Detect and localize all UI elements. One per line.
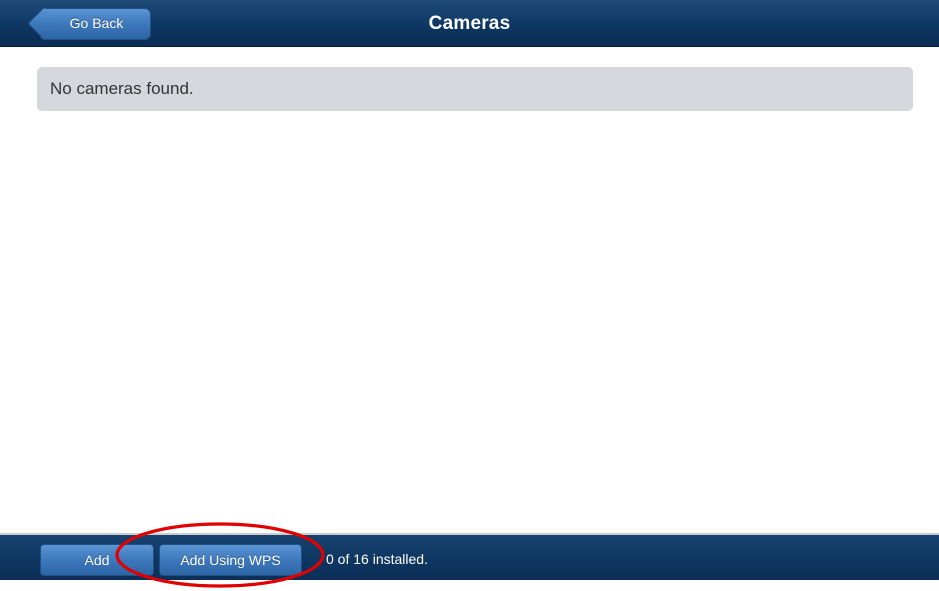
empty-state-message: No cameras found. — [37, 67, 913, 111]
go-back-button[interactable]: Go Back — [27, 7, 151, 40]
header-bar: Cameras Go Back — [0, 0, 939, 47]
go-back-label: Go Back — [69, 15, 124, 31]
add-using-wps-button[interactable]: Add Using WPS — [159, 544, 302, 576]
footer-toolbar: Add Add Using WPS 0 of 16 installed. — [0, 533, 939, 580]
add-button[interactable]: Add — [40, 544, 154, 576]
install-count-status: 0 of 16 installed. — [326, 551, 428, 567]
